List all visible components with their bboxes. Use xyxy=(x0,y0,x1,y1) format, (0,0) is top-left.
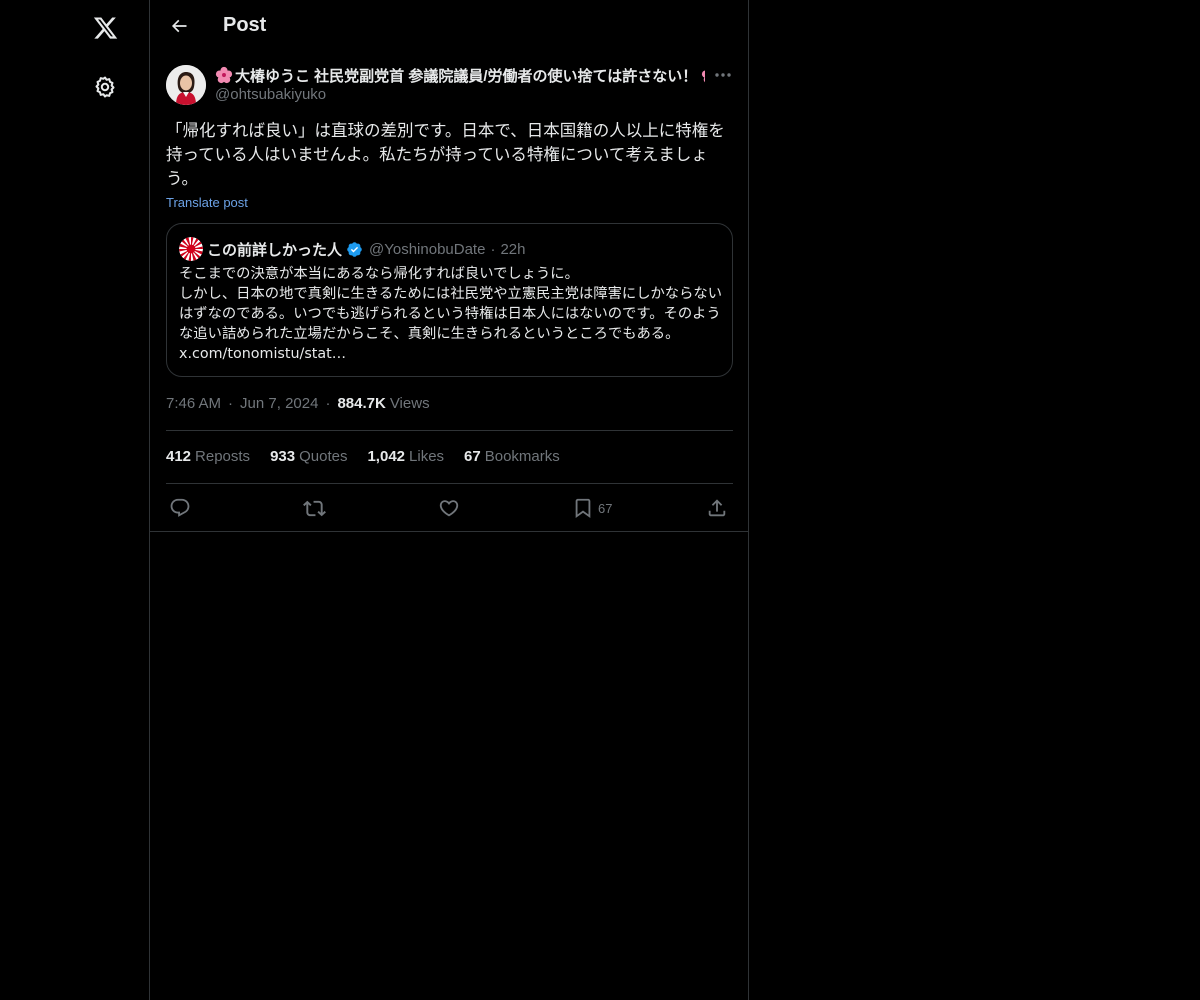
hibiscus-emoji-icon xyxy=(702,70,705,83)
bookmark-button[interactable]: 67 xyxy=(572,493,612,523)
separator-dot: · xyxy=(325,395,331,412)
reposts-stat[interactable]: 412 Reposts xyxy=(166,448,250,465)
back-button[interactable] xyxy=(162,9,196,43)
post-stats: 412 Reposts 933 Quotes 1,042 Likes 67 Bookma… xyxy=(166,448,580,465)
post-detail-column: Post 大椿ゆうこ 社民党副党首 参議院議員/労働者の使い捨ては許さない！ @… xyxy=(149,0,749,1000)
post-date[interactable]: Jun 7, 2024 xyxy=(240,395,318,412)
quoted-post[interactable]: この前詳しかった人 @YoshinobuDate · 22h そこまでの決意が本… xyxy=(166,223,733,377)
post-text: 「帰化すれば良い」は直球の差別です。日本で、日本国籍の人以上に特権を持っている人… xyxy=(166,121,725,188)
bookmarks-stat[interactable]: 67 Bookmarks xyxy=(464,448,560,465)
quoted-author-handle: @YoshinobuDate xyxy=(369,240,486,258)
reposts-label: Reposts xyxy=(195,448,251,465)
translate-post-link[interactable]: Translate post xyxy=(166,195,248,210)
quotes-stat[interactable]: 933 Quotes xyxy=(270,448,347,465)
page-title: Post xyxy=(223,14,267,36)
quoted-post-header: この前詳しかった人 @YoshinobuDate · 22h xyxy=(179,237,525,261)
heart-icon xyxy=(439,500,459,517)
post-author: 大椿ゆうこ 社民党副党首 参議院議員/労働者の使い捨ては許さない！ @ohtsu… xyxy=(215,65,705,103)
views-count: 884.7K xyxy=(337,395,386,412)
bookmarks-label: Bookmarks xyxy=(484,448,560,465)
post-header: Post xyxy=(150,0,749,53)
divider xyxy=(150,531,749,532)
share-icon xyxy=(708,499,726,517)
views-label: Views xyxy=(389,395,430,412)
reply-icon xyxy=(170,498,190,517)
share-button[interactable] xyxy=(706,493,728,523)
gear-icon[interactable] xyxy=(80,62,130,112)
bookmark-icon xyxy=(575,498,591,519)
quoted-author-name: この前詳しかった人 xyxy=(207,241,343,259)
separator-dot: · xyxy=(228,395,234,412)
left-nav xyxy=(0,0,149,1000)
author-handle[interactable]: @ohtsubakiyuko xyxy=(215,86,705,103)
bookmarks-count: 67 xyxy=(464,448,481,465)
post-meta: 7:46 AM · Jun 7, 2024 · 884.7K Views xyxy=(166,395,430,412)
likes-stat[interactable]: 1,042 Likes xyxy=(367,448,444,465)
author-name[interactable]: 大椿ゆうこ 社民党副党首 参議院議員/労働者の使い捨ては許さない！ xyxy=(215,65,705,85)
quoted-post-time: 22h xyxy=(500,240,526,258)
post-time[interactable]: 7:46 AM xyxy=(166,395,221,412)
divider xyxy=(166,483,733,484)
divider xyxy=(166,430,733,431)
quotes-count: 933 xyxy=(270,448,296,465)
post-actions: 67 xyxy=(166,486,733,530)
repost-button[interactable] xyxy=(303,493,326,523)
verified-badge-icon xyxy=(346,241,363,258)
likes-count: 1,042 xyxy=(367,448,406,465)
avatar[interactable] xyxy=(166,65,206,105)
more-options-button[interactable] xyxy=(710,64,736,86)
bookmark-count: 67 xyxy=(598,500,613,516)
x-logo-icon[interactable] xyxy=(80,3,130,53)
likes-label: Likes xyxy=(409,448,445,465)
reposts-count: 412 xyxy=(166,448,192,465)
more-horizontal-icon xyxy=(715,73,731,77)
arrow-left-icon xyxy=(171,19,187,33)
repost-icon xyxy=(303,500,326,516)
author-name-text: 大椿ゆうこ 社民党副党首 参議院議員/労働者の使い捨ては許さない！ xyxy=(235,67,698,85)
separator-dot: · xyxy=(490,240,496,258)
hibiscus-emoji-icon xyxy=(215,66,233,84)
reply-button[interactable] xyxy=(169,493,191,523)
quotes-label: Quotes xyxy=(299,448,348,465)
like-button[interactable] xyxy=(438,493,460,523)
rising-sun-flag-avatar xyxy=(179,237,203,261)
quoted-post-text: そこまでの決意が本当にあるなら帰化すれば良いでしょうに。 しかし、日本の地で真剣… xyxy=(179,266,722,362)
